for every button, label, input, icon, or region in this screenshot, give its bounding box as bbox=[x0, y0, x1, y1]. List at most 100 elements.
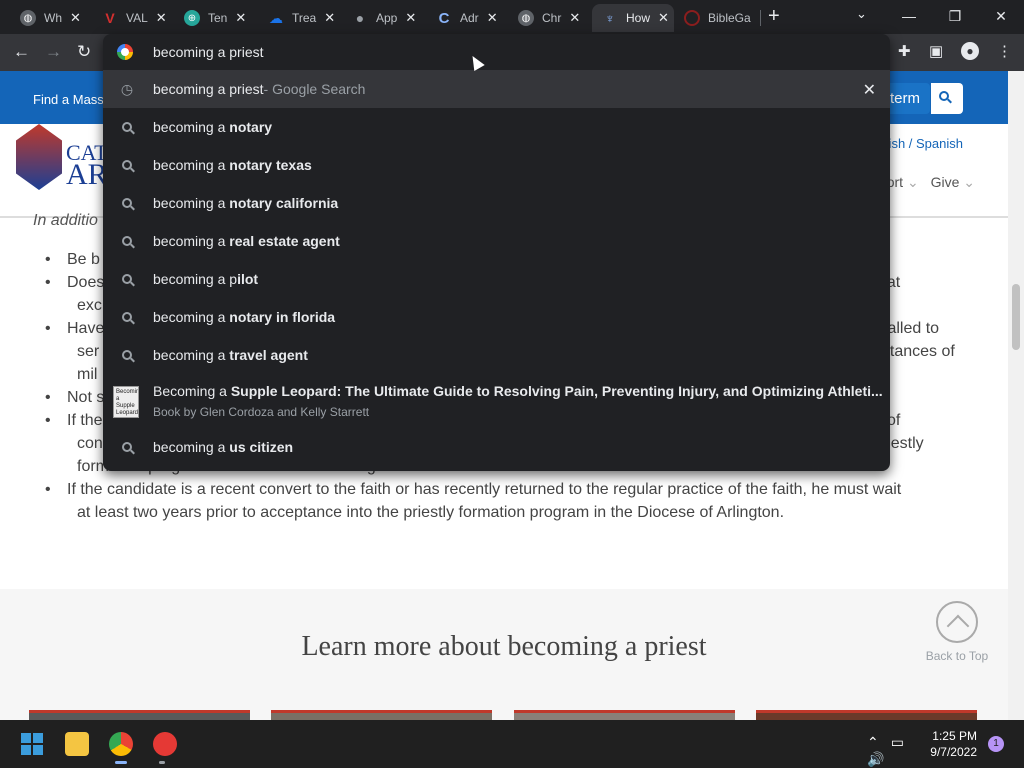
history-clock-icon: ◷ bbox=[120, 81, 134, 97]
suggestion-item[interactable]: becoming a notary in florida bbox=[103, 298, 890, 336]
running-app-indicator bbox=[159, 761, 165, 764]
card[interactable] bbox=[29, 710, 250, 720]
clock[interactable]: 1:25 PM 9/7/2022 bbox=[930, 728, 977, 760]
close-window-button[interactable]: ✕ bbox=[978, 0, 1024, 32]
tray-icons[interactable]: ⌃▭🔊 bbox=[867, 734, 916, 768]
scroll-thumb[interactable] bbox=[1012, 284, 1020, 350]
restore-button[interactable]: ❐ bbox=[932, 0, 978, 32]
close-icon[interactable]: ✕ bbox=[156, 10, 167, 26]
back-to-top-button[interactable]: Back to Top bbox=[924, 601, 990, 663]
search-icon bbox=[119, 271, 135, 287]
suggestion-item[interactable]: becoming a notary bbox=[103, 108, 890, 146]
tab-search-icon[interactable]: ⌄ bbox=[856, 6, 867, 22]
search-icon bbox=[119, 195, 135, 211]
windows-taskbar: ⌃▭🔊 1:25 PM 9/7/2022 1 bbox=[0, 720, 1024, 768]
card[interactable] bbox=[756, 710, 977, 720]
suggestion-item[interactable]: becoming a real estate agent bbox=[103, 222, 890, 260]
tab-5[interactable]: ● App ✕ bbox=[344, 4, 422, 32]
close-icon[interactable]: ✕ bbox=[324, 10, 335, 26]
back-arrow-icon[interactable]: ← bbox=[13, 42, 30, 62]
close-icon[interactable]: ✕ bbox=[658, 10, 669, 26]
suggestion-item[interactable]: becoming a us citizen bbox=[103, 428, 890, 466]
biblegateway-icon bbox=[684, 10, 700, 26]
tab-9[interactable]: BibleGa bbox=[678, 4, 760, 32]
search-icon bbox=[119, 157, 135, 173]
tab-3[interactable]: ⊕ Ten ✕ bbox=[176, 4, 254, 32]
tab-title: BibleGa bbox=[708, 11, 751, 25]
tab-title: Adr bbox=[460, 11, 479, 25]
section-heading: Learn more about becoming a priest bbox=[301, 631, 707, 662]
search-icon bbox=[119, 309, 135, 325]
suggestion-item[interactable]: becoming a notary california bbox=[103, 184, 890, 222]
apple-icon: ● bbox=[355, 10, 365, 26]
new-tab-button[interactable]: + bbox=[768, 5, 780, 28]
search-icon bbox=[119, 233, 135, 249]
tab-title: App bbox=[376, 11, 398, 25]
book-subtitle: Book by Glen Cordoza and Kelly Starrett bbox=[153, 405, 370, 419]
active-app-indicator bbox=[115, 761, 127, 764]
google-icon bbox=[117, 44, 133, 60]
tab-title: VAL bbox=[126, 11, 148, 25]
list-item: If the candidate is a recent convert to … bbox=[45, 478, 967, 524]
search-icon bbox=[119, 439, 135, 455]
profile-icon[interactable]: ● bbox=[961, 42, 979, 60]
globe-icon: ◍ bbox=[20, 10, 36, 26]
tab-separator bbox=[760, 10, 761, 26]
language-switch[interactable]: lish / Spanish bbox=[886, 136, 963, 151]
card[interactable] bbox=[271, 710, 492, 720]
suggestion-item[interactable]: becoming a p ilot bbox=[103, 260, 890, 298]
suggestion-item[interactable]: becoming a notary texas bbox=[103, 146, 890, 184]
card[interactable] bbox=[514, 710, 735, 720]
close-icon[interactable]: ✕ bbox=[569, 10, 580, 26]
reload-icon[interactable]: ↻ bbox=[77, 42, 91, 62]
page-scrollbar[interactable] bbox=[1008, 71, 1024, 720]
tab-4[interactable]: ☁ Trea ✕ bbox=[260, 4, 338, 32]
close-icon[interactable]: ✕ bbox=[235, 10, 246, 26]
minimize-button[interactable]: — bbox=[886, 0, 932, 32]
tab-6[interactable]: C Adr ✕ bbox=[428, 4, 506, 32]
c-icon: C bbox=[438, 9, 450, 27]
tab-7[interactable]: ◍ Chr ✕ bbox=[510, 4, 588, 32]
learn-more-section: Learn more about becoming a priest Back … bbox=[0, 589, 1008, 720]
app-icon: ⊕ bbox=[184, 10, 200, 26]
globe-icon: ◍ bbox=[518, 10, 534, 26]
remove-suggestion-icon[interactable]: ✕ bbox=[863, 80, 876, 100]
address-bar-input[interactable]: becoming a priest bbox=[103, 34, 890, 70]
window-controls: — ❐ ✕ bbox=[886, 0, 1024, 32]
tab-title: Chr bbox=[542, 11, 562, 25]
book-suggestion[interactable]: Becoming a Supple Leopard Becoming a Sup… bbox=[103, 374, 890, 428]
file-explorer-icon[interactable] bbox=[65, 732, 89, 756]
cloud-icon: ☁ bbox=[269, 9, 283, 26]
forward-arrow-icon[interactable]: → bbox=[45, 42, 62, 62]
intro-text: In additio bbox=[33, 212, 98, 229]
search-icon bbox=[119, 119, 135, 135]
side-panel-icon[interactable]: ▣ bbox=[929, 42, 943, 60]
close-icon[interactable]: ✕ bbox=[487, 10, 498, 26]
main-nav: port ⌄ Give ⌄ bbox=[878, 174, 975, 190]
book-cover-thumbnail: Becoming a Supple Leopard bbox=[113, 386, 139, 418]
app-icon[interactable] bbox=[153, 732, 177, 756]
windows-start-icon[interactable] bbox=[21, 733, 43, 755]
chrome-icon[interactable] bbox=[109, 732, 133, 756]
omnibox-dropdown: becoming a priest ◷ becoming a priest - … bbox=[103, 34, 890, 471]
close-icon[interactable]: ✕ bbox=[405, 10, 416, 26]
menu-icon[interactable]: ⋮ bbox=[997, 42, 1012, 60]
tab-1[interactable]: ◍ Wh ✕ bbox=[12, 4, 90, 32]
tab-title: How bbox=[626, 11, 651, 25]
suggestion-item[interactable]: becoming a travel agent bbox=[103, 336, 890, 374]
search-icon bbox=[119, 347, 135, 363]
find-mass-link[interactable]: Find a Mass bbox=[33, 92, 104, 107]
tab-strip: ◍ Wh ✕ V VAL ✕ ⊕ Ten ✕ ☁ Trea ✕ ● App ✕ … bbox=[0, 0, 1024, 34]
diocese-icon: ♆ bbox=[605, 10, 615, 26]
suggestion-item[interactable]: ◷ becoming a priest - Google Search ✕ bbox=[103, 70, 890, 108]
close-icon[interactable]: ✕ bbox=[70, 10, 81, 26]
tab-title: Trea bbox=[292, 11, 317, 25]
tab-2[interactable]: V VAL ✕ bbox=[94, 4, 172, 32]
diocese-crest-logo[interactable] bbox=[16, 124, 62, 190]
extensions-icon[interactable]: ✚ bbox=[898, 42, 911, 60]
tab-title: Wh bbox=[44, 11, 62, 25]
tab-active[interactable]: ♆ How ✕ bbox=[592, 4, 674, 32]
nav-give[interactable]: Give bbox=[931, 174, 960, 190]
notification-badge[interactable]: 1 bbox=[988, 736, 1004, 752]
site-search-button[interactable] bbox=[931, 83, 963, 114]
